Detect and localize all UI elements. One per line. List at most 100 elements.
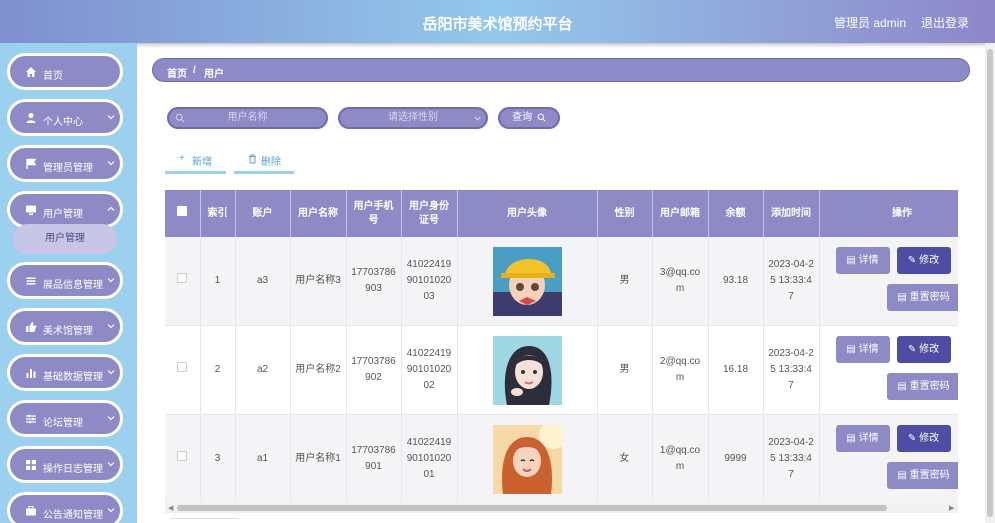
sidebar-item-label: 论坛管理 — [43, 418, 83, 429]
column-header: 用户身份证号 — [401, 190, 458, 237]
edit-button[interactable]: ✎ 修改 — [896, 247, 951, 274]
column-header: 用户邮箱 — [652, 190, 709, 237]
detail-button-label: 详情 — [858, 344, 879, 355]
column-header: 操作 — [819, 190, 958, 237]
sidebar-item-label: 展品信息管理 — [43, 280, 103, 291]
chevron-down-icon — [474, 116, 481, 121]
column-header: 账户 — [235, 190, 291, 237]
table-row: 1 a3 用户名称3 17703786903 41022419901010200… — [165, 237, 958, 326]
detail-button-label: 详情 — [858, 255, 879, 266]
page-vertical-scrollbar[interactable] — [985, 43, 995, 523]
add-button[interactable]: + 新增 — [165, 150, 226, 174]
table-horizontal-scrollbar[interactable]: ◀ ▶ — [165, 503, 958, 513]
balance-cell: 9999 — [708, 414, 764, 503]
row-checkbox[interactable] — [177, 451, 188, 461]
sidebar-item-label: 基础数据管理 — [43, 372, 103, 383]
gender-select[interactable]: 请选择性别 — [338, 107, 488, 129]
reset-password-button[interactable]: ▤ 重置密码 — [886, 284, 958, 311]
add-button-label: 新增 — [192, 157, 212, 168]
table-row: 2 a2 用户名称2 17703786902 41022419901010200… — [165, 325, 958, 415]
avatar-cell — [457, 414, 598, 503]
row-select-cell — [165, 325, 201, 415]
sidebar: 首页 个人中心 管理员管理 用户管理 用户管理 展品信息管理 美术馆管理 基础数… — [0, 43, 137, 523]
scrollbar-thumb[interactable] — [987, 49, 993, 517]
delete-button[interactable]: 删除 — [234, 150, 294, 174]
row-checkbox[interactable] — [177, 362, 188, 372]
sidebar-item-gallery-management[interactable]: 美术馆管理 — [7, 308, 123, 345]
query-button[interactable]: 查询 — [498, 107, 560, 129]
current-user: 管理员 admin — [834, 16, 907, 30]
chevron-down-icon — [107, 278, 115, 283]
scroll-left-arrow-icon[interactable]: ◀ — [168, 504, 173, 512]
sidebar-subitem-user-management[interactable]: 用户管理 — [13, 224, 117, 254]
edit-button[interactable]: ✎ 修改 — [896, 425, 951, 452]
sidebar-item-label: 美术馆管理 — [43, 326, 93, 337]
reset-password-label: 重置密码 — [909, 292, 950, 303]
search-name-input[interactable]: 用户名称 — [167, 107, 328, 129]
reset-password-button[interactable]: ▤ 重置密码 — [886, 462, 958, 489]
detail-button[interactable]: ▤ 详情 — [835, 425, 890, 452]
breadcrumb-separator: / — [193, 65, 196, 76]
sidebar-item-label: 用户管理 — [43, 209, 83, 220]
breadcrumb: 首页 / 用户 — [152, 58, 970, 82]
chevron-down-icon — [107, 370, 115, 375]
doc-icon: ▤ — [897, 292, 910, 303]
gender-cell: 女 — [597, 414, 653, 503]
chevron-up-icon — [107, 206, 115, 211]
more-action-button[interactable] — [957, 425, 958, 452]
avatar[interactable] — [492, 335, 562, 405]
sidebar-item-forum-management[interactable]: 论坛管理 — [7, 400, 123, 437]
select-all-header[interactable] — [165, 190, 201, 237]
avatar[interactable] — [492, 424, 562, 494]
more-action-button[interactable] — [957, 336, 958, 363]
avatar[interactable] — [492, 246, 562, 316]
doc-icon: ▤ — [846, 344, 859, 355]
account-cell: a1 — [235, 414, 291, 503]
sidebar-item-operation-log-management[interactable]: 操作日志管理 — [7, 446, 123, 483]
row-checkbox[interactable] — [177, 273, 188, 283]
sidebar-item-personal-center[interactable]: 个人中心 — [7, 99, 123, 136]
edit-button[interactable]: ✎ 修改 — [896, 336, 951, 363]
detail-button[interactable]: ▤ 详情 — [835, 247, 890, 274]
breadcrumb-home[interactable]: 首页 — [167, 65, 187, 80]
logout-link[interactable]: 退出登录 — [921, 14, 969, 31]
home-icon — [26, 67, 36, 77]
search-name-placeholder: 用户名称 — [227, 112, 268, 123]
time-cell: 2023-04-25 13:33:47 — [763, 237, 820, 326]
sidebar-item-label: 首页 — [43, 71, 63, 82]
sidebar-item-user-management[interactable]: 用户管理 — [7, 191, 123, 228]
name-cell: 用户名称2 — [290, 325, 347, 415]
edit-button-label: 修改 — [919, 433, 940, 444]
column-header: 索引 — [200, 190, 236, 237]
balance-cell: 16.18 — [708, 325, 764, 415]
detail-button[interactable]: ▤ 详情 — [835, 336, 890, 363]
scroll-right-arrow-icon[interactable]: ▶ — [949, 504, 954, 512]
edit-button-label: 修改 — [919, 344, 940, 355]
column-header: 余额 — [708, 190, 764, 237]
select-all-checkbox[interactable] — [177, 206, 188, 216]
sidebar-item-notice-management[interactable]: 公告通知管理 — [7, 492, 123, 523]
phone-cell: 17703786901 — [346, 414, 402, 503]
account-cell: a3 — [235, 237, 291, 326]
trash-icon — [249, 154, 256, 164]
scrollbar-thumb[interactable] — [177, 505, 887, 511]
chevron-down-icon — [107, 324, 115, 329]
reset-password-label: 重置密码 — [909, 381, 950, 392]
index-cell: 2 — [200, 325, 236, 415]
time-cell: 2023-04-25 13:33:47 — [763, 325, 820, 415]
detail-button-label: 详情 — [858, 433, 879, 444]
sidebar-item-exhibit-management[interactable]: 展品信息管理 — [7, 262, 123, 299]
sidebar-item-home[interactable]: 首页 — [7, 53, 123, 90]
bar-chart-icon — [26, 369, 36, 378]
doc-icon: ▤ — [846, 255, 859, 266]
reset-password-button[interactable]: ▤ 重置密码 — [886, 373, 958, 400]
reset-password-label: 重置密码 — [909, 470, 950, 481]
sidebar-item-admin-management[interactable]: 管理员管理 — [7, 145, 123, 182]
actions-cell: ▤ 详情 ✎ 修改 ▤ 重置密码 — [819, 325, 958, 415]
plus-icon: + — [179, 153, 185, 164]
pencil-icon: ✎ — [907, 344, 920, 355]
sidebar-item-base-data-management[interactable]: 基础数据管理 — [7, 354, 123, 391]
sidebar-item-label: 操作日志管理 — [43, 464, 103, 475]
more-action-button[interactable] — [957, 247, 958, 274]
actions-cell: ▤ 详情 ✎ 修改 ▤ 重置密码 — [819, 237, 958, 326]
